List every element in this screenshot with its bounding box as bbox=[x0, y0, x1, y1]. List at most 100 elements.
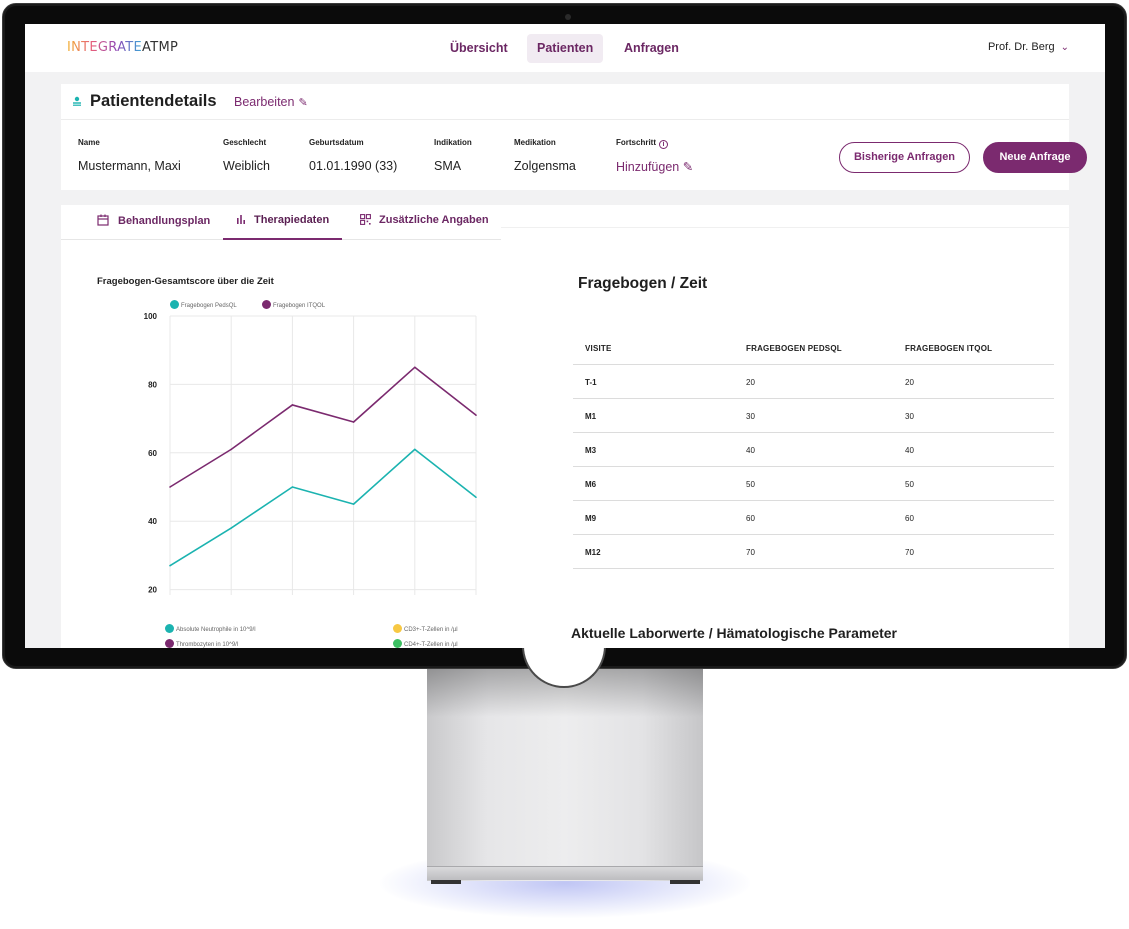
table-cell: T-1 bbox=[585, 378, 597, 387]
tab-label: Zusätzliche Angaben bbox=[379, 214, 489, 226]
data-point bbox=[230, 527, 232, 529]
chart-title: Fragebogen-Gesamtscore über die Zeit bbox=[97, 276, 274, 287]
data-point bbox=[414, 448, 416, 451]
info-icon[interactable]: i bbox=[659, 140, 668, 149]
top-navigation: INTEGRATEATMP Übersicht Patienten Anfrag… bbox=[25, 24, 1105, 72]
data-point bbox=[169, 564, 171, 567]
table-cell: M1 bbox=[585, 412, 597, 421]
edit-link[interactable]: Bearbeiten ✎ bbox=[234, 95, 308, 109]
field-indikation: Indikation SMA bbox=[434, 138, 472, 173]
monitor: INTEGRATEATMP Übersicht Patienten Anfrag… bbox=[0, 0, 1129, 929]
tab-label: Therapiedaten bbox=[254, 214, 330, 226]
table-cell: 50 bbox=[905, 480, 914, 489]
data-point bbox=[291, 404, 294, 406]
stand-foot bbox=[427, 866, 703, 880]
table-row: M6 50 50 bbox=[573, 467, 1054, 501]
pencil-icon: ✎ bbox=[682, 160, 694, 174]
y-tick-label: 80 bbox=[148, 380, 157, 389]
tab-label: Behandlungsplan bbox=[118, 215, 211, 227]
table-row: M1 30 30 bbox=[573, 399, 1054, 433]
field-label: Indikation bbox=[434, 138, 472, 147]
table-cell: 40 bbox=[746, 446, 755, 455]
chevron-down-icon: ⌄ bbox=[1060, 42, 1069, 53]
table-row: M9 60 60 bbox=[573, 501, 1054, 535]
data-point bbox=[475, 496, 477, 499]
table-header-cell: FRAGEBOGEN PEDSQL bbox=[746, 344, 842, 353]
table-cell: 60 bbox=[746, 514, 755, 523]
data-point bbox=[414, 366, 416, 369]
table-row: M3 40 40 bbox=[573, 433, 1054, 467]
logo-text-plain: ATMP bbox=[142, 40, 179, 55]
field-label: Medikation bbox=[514, 138, 556, 147]
field-value: Mustermann, Maxi bbox=[78, 159, 181, 173]
table-cell: 70 bbox=[746, 548, 755, 557]
data-point bbox=[230, 448, 232, 451]
table-cell: 60 bbox=[905, 514, 914, 523]
user-name: Prof. Dr. Berg bbox=[987, 41, 1055, 53]
legend-item-cd3: CD3+-T-Zellen in /µl bbox=[393, 624, 458, 633]
table-cell: M3 bbox=[585, 446, 597, 455]
person-icon bbox=[73, 96, 81, 106]
field-name: Name Mustermann, Maxi bbox=[78, 138, 181, 173]
foot-pad-left bbox=[431, 880, 461, 884]
camera-icon bbox=[565, 14, 571, 20]
table-cell: 50 bbox=[746, 480, 755, 489]
pencil-icon: ✎ bbox=[298, 97, 308, 109]
table-row: M12 70 70 bbox=[573, 535, 1054, 569]
add-progress-label: Hinzufügen bbox=[616, 160, 680, 174]
field-label-text: Fortschritt bbox=[616, 138, 656, 147]
legend-dot bbox=[165, 639, 174, 648]
bar-chart-icon bbox=[237, 215, 245, 224]
legend-label: Thrombozyten in 10^9/l bbox=[176, 642, 239, 648]
tab-behandlungsplan[interactable]: Behandlungsplan bbox=[97, 214, 210, 240]
table-cell: 70 bbox=[905, 548, 914, 557]
table-row: T-1 20 20 bbox=[573, 365, 1054, 399]
add-progress-link[interactable]: Hinzufügen ✎ bbox=[616, 159, 693, 174]
y-tick-label: 60 bbox=[148, 449, 157, 458]
field-value: Weiblich bbox=[223, 159, 271, 173]
legend-label: Absolute Neutrophile in 10^9/l bbox=[176, 627, 256, 633]
table-cell: M9 bbox=[585, 514, 597, 523]
page-title: Patientendetails bbox=[90, 92, 217, 110]
patient-details-card: Patientendetails Bearbeiten ✎ Name Muster… bbox=[61, 84, 1087, 190]
screen: INTEGRATEATMP Übersicht Patienten Anfrag… bbox=[25, 24, 1105, 648]
legend-label: CD3+-T-Zellen in /µl bbox=[404, 627, 458, 633]
legend-item-thrombozyten: Thrombozyten in 10^9/l bbox=[165, 639, 238, 648]
field-value: Zolgensma bbox=[514, 159, 576, 173]
nav-item-anfragen[interactable]: Anfragen bbox=[614, 34, 689, 63]
table-cell: M6 bbox=[585, 480, 597, 489]
data-point bbox=[291, 486, 294, 488]
table-title: Fragebogen / Zeit bbox=[578, 275, 708, 292]
divider bbox=[501, 227, 1069, 228]
table-cell: M12 bbox=[585, 548, 601, 557]
field-fortschritt: Fortschritt i Hinzufügen ✎ bbox=[616, 138, 693, 174]
previous-requests-button[interactable]: Bisherige Anfragen bbox=[839, 142, 970, 173]
field-value: 01.01.1990 (33) bbox=[309, 159, 398, 173]
nav-item-uebersicht[interactable]: Übersicht bbox=[440, 34, 518, 63]
tab-therapiedaten[interactable]: Therapiedaten bbox=[223, 214, 343, 240]
tab-zusaetzliche-angaben[interactable]: Zusätzliche Angaben bbox=[360, 214, 489, 240]
legend-dot bbox=[393, 624, 402, 633]
app-logo[interactable]: INTEGRATEATMP bbox=[67, 40, 178, 55]
table-header-row: VISITE FRAGEBOGEN PEDSQL FRAGEBOGEN ITQO… bbox=[573, 331, 1054, 365]
nav-item-patienten[interactable]: Patienten bbox=[527, 34, 604, 63]
lab-section-title: Aktuelle Laborwerte / Hämatologische Par… bbox=[571, 625, 897, 641]
table-cell: 40 bbox=[905, 446, 914, 455]
data-point bbox=[169, 486, 171, 488]
table-cell: 30 bbox=[905, 412, 914, 421]
legend-dot bbox=[165, 624, 174, 633]
field-medikation: Medikation Zolgensma bbox=[514, 138, 576, 173]
edit-label: Bearbeiten bbox=[234, 95, 295, 109]
logo-text-colored: INTEGRATE bbox=[67, 40, 143, 55]
tab-bar: Behandlungsplan Therapiedaten Zusätzlich… bbox=[61, 205, 501, 240]
series-line-pedsql bbox=[169, 448, 477, 567]
user-menu[interactable]: Prof. Dr. Berg ⌄ bbox=[988, 41, 1069, 53]
qr-code-icon bbox=[360, 214, 371, 225]
field-geburtsdatum: Geburtsdatum 01.01.1990 (33) bbox=[309, 138, 397, 173]
field-geschlecht: Geschlecht Weiblich bbox=[223, 138, 270, 173]
new-request-button[interactable]: Neue Anfrage bbox=[983, 142, 1087, 173]
line-chart: 020406080100T-1M1M3M6M9M12VisiteScore in… bbox=[144, 312, 477, 595]
field-label: Name bbox=[78, 138, 100, 147]
data-point bbox=[475, 414, 477, 416]
table-cell: 20 bbox=[905, 378, 914, 387]
